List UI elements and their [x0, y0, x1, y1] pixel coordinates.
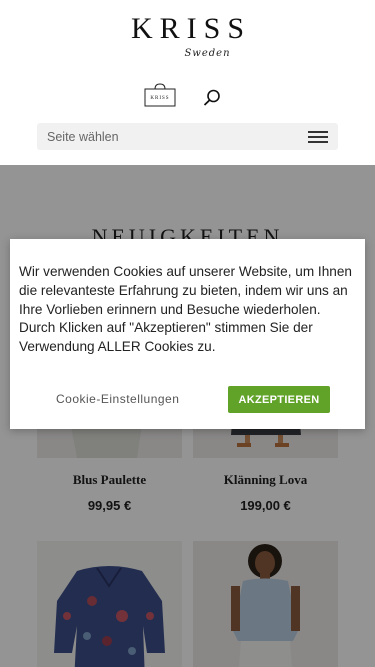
cookie-consent-text: Wir verwenden Cookies auf unserer Websit…: [19, 264, 352, 355]
cart-logo-text: KRISS: [150, 96, 169, 101]
page: KRISS Sweden KRISS Seite wählen NEUIGKEI…: [0, 0, 375, 667]
brand-logo[interactable]: KRISS Sweden: [0, 12, 375, 60]
cookie-consent-dialog: Wir verwenden Cookies auf unserer Websit…: [10, 239, 365, 429]
cookie-actions: Cookie-Einstellungen AKZEPTIEREN: [10, 386, 365, 414]
logo-wordmark: KRISS: [130, 12, 252, 45]
accept-cookies-button[interactable]: AKZEPTIEREN: [228, 386, 330, 413]
page-select-label: Seite wählen: [47, 129, 119, 144]
logo-subtext: Sweden: [184, 48, 231, 59]
cookie-settings-link[interactable]: Cookie-Einstellungen: [56, 392, 179, 406]
search-icon[interactable]: [203, 89, 221, 107]
page-select-dropdown[interactable]: Seite wählen: [37, 123, 338, 150]
hamburger-menu-icon: [308, 130, 328, 143]
shopping-bag-icon[interactable]: KRISS: [144, 83, 176, 107]
